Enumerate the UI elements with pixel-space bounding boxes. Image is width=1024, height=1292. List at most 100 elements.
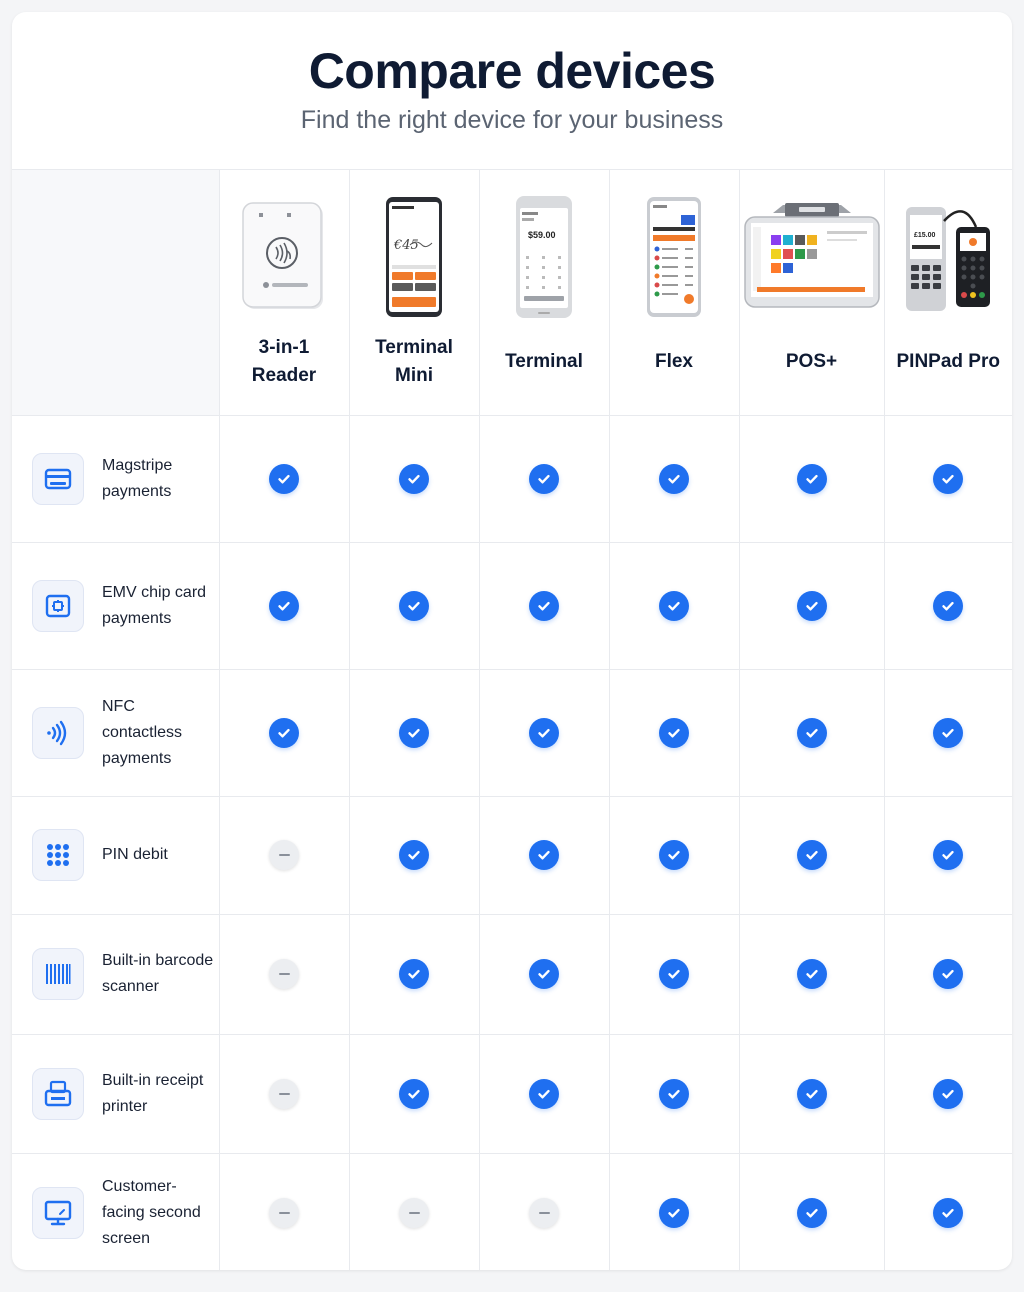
support-cell-3-in-1-reader — [218, 795, 350, 915]
support-cell-pos — [738, 1152, 885, 1270]
device-name-terminal-mini: Terminal Mini — [375, 337, 453, 387]
support-cell-terminal — [478, 913, 610, 1035]
support-cell-3-in-1-reader — [218, 1152, 350, 1270]
credit-card-icon — [32, 452, 84, 505]
support-cell-terminal — [478, 414, 610, 543]
device-column-3-in-1-reader: 3-in-1 Reader — [218, 170, 350, 416]
feature-label: EMV chip card payments — [102, 583, 207, 627]
device-header-row: 3-in-1 Reader €45 Terminal Mini $59.00 T… — [12, 170, 1012, 416]
checkmark-icon — [796, 840, 827, 870]
support-cell-flex — [608, 1152, 740, 1270]
support-cell-pinpad-pro — [883, 913, 1012, 1035]
device-name-flex: Flex — [654, 351, 694, 373]
checkmark-icon — [659, 1078, 689, 1109]
support-cell-terminal-mini — [348, 668, 480, 797]
not-available-icon — [529, 1198, 559, 1228]
support-cell-pos — [738, 913, 885, 1035]
support-cell-3-in-1-reader — [218, 414, 350, 543]
support-cell-terminal — [478, 1152, 610, 1270]
support-cell-3-in-1-reader — [218, 1033, 350, 1154]
contactless-icon — [32, 706, 84, 759]
checkmark-icon — [933, 1078, 964, 1109]
feature-label-cell: EMV chip card payments — [12, 541, 220, 670]
support-cell-terminal — [478, 795, 610, 915]
support-cell-pinpad-pro — [883, 414, 1012, 543]
chip-icon — [32, 579, 84, 632]
device-name-pos-plus: POS+ — [785, 351, 838, 373]
support-cell-flex — [608, 668, 740, 797]
checkmark-icon — [529, 590, 559, 621]
feature-row-customer-facing-second-screen: Customer-facing second screen — [12, 1152, 1012, 1270]
feature-label-cell: Magstripe payments — [12, 414, 220, 543]
checkmark-icon — [796, 717, 827, 748]
not-available-icon — [269, 1078, 299, 1109]
support-cell-flex — [608, 913, 740, 1035]
not-available-icon — [269, 959, 299, 989]
checkmark-icon — [933, 717, 964, 748]
support-cell-terminal-mini — [348, 913, 480, 1035]
feature-row-built-in-receipt-printer: Built-in receipt printer — [12, 1033, 1012, 1154]
support-cell-terminal — [478, 1033, 610, 1154]
feature-row-nfc-contactless-payments: NFC contactless payments — [12, 668, 1012, 797]
feature-label: Magstripe payments — [102, 456, 173, 500]
checkmark-icon — [933, 1198, 964, 1228]
support-cell-3-in-1-reader — [218, 668, 350, 797]
terminal-screen-amount: $59.00 — [528, 230, 556, 240]
checkmark-icon — [659, 717, 689, 748]
checkmark-icon — [659, 1198, 689, 1228]
checkmark-icon — [529, 959, 559, 989]
header: Compare devices Find the right device fo… — [12, 12, 1012, 170]
feature-label: Customer-facing second screen — [102, 1178, 201, 1247]
support-cell-terminal-mini — [348, 541, 480, 670]
checkmark-icon — [399, 463, 429, 494]
card-reader-image — [242, 202, 323, 310]
support-cell-pos — [738, 541, 885, 670]
checkmark-icon — [399, 590, 429, 621]
feature-label: PIN debit — [102, 846, 168, 863]
checkmark-icon — [269, 590, 299, 621]
device-name-terminal: Terminal — [505, 351, 583, 373]
comparison-table: 3-in-1 Reader €45 Terminal Mini $59.00 T… — [12, 170, 1012, 1270]
pinpad-pro-image: £15.00 — [906, 207, 991, 312]
device-column-pinpad-pro: £15.00 PINPad Pro — [883, 170, 1012, 416]
device-column-terminal-mini: €45 Terminal Mini — [348, 170, 480, 416]
device-name-3-in-1-reader: 3-in-1 Reader — [251, 337, 317, 387]
support-cell-terminal-mini — [348, 795, 480, 915]
support-cell-terminal-mini — [348, 1033, 480, 1154]
support-cell-pinpad-pro — [883, 1033, 1012, 1154]
support-cell-terminal-mini — [348, 1152, 480, 1270]
checkmark-icon — [659, 590, 689, 621]
support-cell-pinpad-pro — [883, 668, 1012, 797]
checkmark-icon — [796, 1078, 827, 1109]
support-cell-pinpad-pro — [883, 1152, 1012, 1270]
feature-row-pin-debit: PIN debit — [12, 795, 1012, 915]
checkmark-icon — [399, 959, 429, 989]
support-cell-pos — [738, 1033, 885, 1154]
support-cell-pos — [738, 668, 885, 797]
feature-label: Built-in receipt printer — [102, 1071, 204, 1115]
checkmark-icon — [933, 959, 964, 989]
feature-row-built-in-barcode-scanner: Built-in barcode scanner — [12, 913, 1012, 1035]
checkmark-icon — [399, 840, 429, 870]
feature-label-cell: Customer-facing second screen — [12, 1152, 220, 1270]
support-cell-pos — [738, 795, 885, 915]
printer-icon — [32, 1067, 84, 1120]
barcode-icon — [32, 948, 84, 1000]
checkmark-icon — [399, 1078, 429, 1109]
device-column-flex: Flex — [608, 170, 740, 416]
checkmark-icon — [529, 840, 559, 870]
not-available-icon — [269, 840, 299, 870]
feature-label-cell: Built-in receipt printer — [12, 1033, 220, 1154]
monitor-icon — [32, 1187, 84, 1239]
support-cell-flex — [608, 795, 740, 915]
checkmark-icon — [796, 590, 827, 621]
page-title: Compare devices — [308, 43, 716, 99]
support-cell-terminal-mini — [348, 414, 480, 543]
feature-label-cell: NFC contactless payments — [12, 668, 220, 797]
checkmark-icon — [529, 717, 559, 748]
pos-plus-image — [743, 203, 880, 308]
support-cell-flex — [608, 414, 740, 543]
checkmark-icon — [659, 463, 689, 494]
not-available-icon — [269, 1198, 299, 1228]
checkmark-icon — [933, 840, 964, 870]
